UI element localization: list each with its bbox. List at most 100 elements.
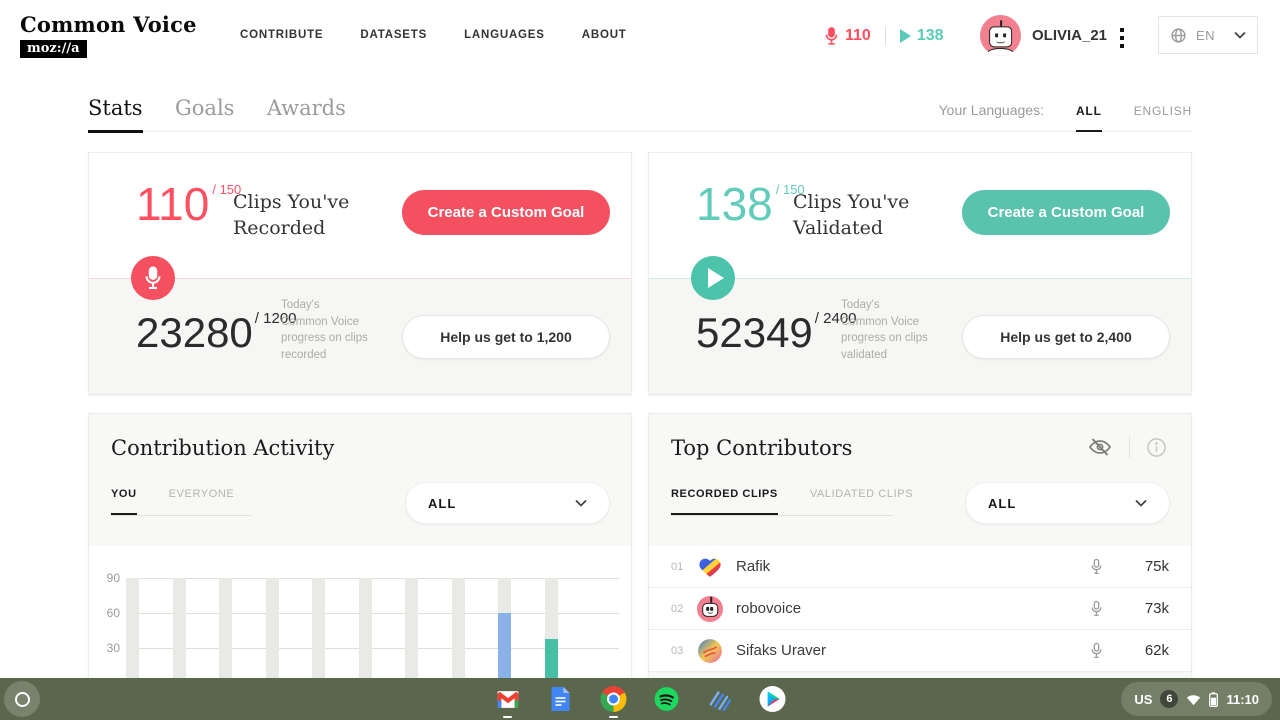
tab-you[interactable]: YOU bbox=[111, 488, 137, 515]
help-goal-button[interactable]: Help us get to 2,400 bbox=[962, 315, 1170, 359]
info-icon[interactable] bbox=[1146, 437, 1167, 458]
divider bbox=[1129, 436, 1130, 458]
create-custom-goal-button[interactable]: Create a Custom Goal bbox=[962, 190, 1170, 235]
clip-count: 75k bbox=[1144, 558, 1169, 575]
clip-count: 62k bbox=[1144, 642, 1169, 659]
running-indicator bbox=[503, 715, 512, 718]
hide-visibility-icon[interactable] bbox=[1087, 436, 1113, 458]
recorded-count: 110 bbox=[845, 27, 871, 44]
tab-track bbox=[671, 515, 893, 516]
status-tray[interactable]: US 6 11:10 bbox=[1121, 682, 1272, 716]
tab-goals[interactable]: Goals bbox=[175, 96, 234, 130]
today-recorded-label: Today's Common Voice progress on clips r… bbox=[281, 299, 368, 362]
validated-label: Clips You've Validated bbox=[793, 191, 910, 240]
chevron-down-icon bbox=[1135, 499, 1147, 507]
notification-badge: 6 bbox=[1160, 690, 1179, 708]
activity-title: Contribution Activity bbox=[111, 436, 335, 460]
dropdown-value: ALL bbox=[988, 495, 1017, 511]
recorded-progress: 110/ 150 bbox=[136, 178, 242, 230]
validated-count: 138 bbox=[916, 27, 944, 44]
wifi-icon bbox=[1186, 693, 1201, 706]
your-languages-label: Your Languages: bbox=[938, 102, 1044, 118]
contributor-row[interactable]: 02 robovoice 73k bbox=[649, 588, 1191, 630]
mic-icon bbox=[1090, 600, 1103, 617]
contributor-row[interactable]: 01 Rafik 75k bbox=[649, 546, 1191, 588]
language-code: EN bbox=[1196, 27, 1216, 43]
validated-today-section: 52349/ 2400 Today's Common Voice progres… bbox=[649, 279, 1191, 394]
contributor-name: Sifaks Uraver bbox=[736, 642, 827, 659]
mozilla-logo: moz://a bbox=[20, 40, 87, 58]
launcher-button[interactable] bbox=[4, 681, 40, 717]
tab-track bbox=[111, 515, 251, 516]
tab-recorded-clips[interactable]: RECORDED CLIPS bbox=[671, 488, 778, 515]
contributors-list: 01 Rafik 75k 02 robovoice 73k 03 Sifaks … bbox=[649, 546, 1191, 672]
username: OLIVIA_21 bbox=[1032, 27, 1108, 44]
globe-icon bbox=[1170, 27, 1187, 44]
ytick-90: 90 bbox=[106, 571, 120, 585]
today-validated-count: 52349/ 2400 bbox=[696, 309, 857, 356]
rank: 01 bbox=[671, 560, 684, 573]
ytick-60: 60 bbox=[106, 606, 120, 620]
ytick-30: 30 bbox=[106, 641, 120, 655]
contributor-name: Rafik bbox=[736, 558, 771, 575]
chrome-icon[interactable] bbox=[600, 686, 627, 718]
contributors-tabs: RECORDED CLIPS VALIDATED CLIPS bbox=[671, 488, 945, 515]
tab-awards[interactable]: Awards bbox=[267, 96, 346, 130]
contributor-row[interactable]: 03 Sifaks Uraver 62k bbox=[649, 630, 1191, 672]
contribution-activity-card: Contribution Activity YOU EVERYONE ALL 9… bbox=[88, 413, 632, 720]
avatar[interactable] bbox=[980, 15, 1021, 56]
play-store-icon[interactable] bbox=[759, 686, 786, 712]
rank: 03 bbox=[671, 644, 684, 657]
nav-contribute[interactable]: CONTRIBUTE bbox=[240, 29, 323, 41]
help-goal-button[interactable]: Help us get to 1,200 bbox=[402, 315, 610, 359]
nav-languages[interactable]: LANGUAGES bbox=[464, 29, 545, 41]
keyboard-locale: US bbox=[1134, 691, 1153, 707]
gmail-icon[interactable] bbox=[495, 686, 521, 718]
clip-count: 73k bbox=[1144, 600, 1169, 617]
clock: 11:10 bbox=[1226, 691, 1259, 707]
avatar bbox=[697, 638, 723, 664]
contributor-name: robovoice bbox=[736, 600, 802, 617]
language-selector[interactable]: EN bbox=[1158, 16, 1258, 54]
battery-icon bbox=[1209, 691, 1219, 707]
your-languages-filter: Your Languages: ALL ENGLISH bbox=[939, 102, 1192, 132]
activity-range-dropdown[interactable]: ALL bbox=[405, 482, 610, 524]
page-tabs: Stats Goals Awards Your Languages: ALL E… bbox=[88, 96, 1192, 133]
tab-validated-clips[interactable]: VALIDATED CLIPS bbox=[810, 488, 913, 515]
activity-tabs: YOU EVERYONE bbox=[111, 488, 266, 515]
top-contributors-card: Top Contributors RECORDED CLIPS VALIDATE… bbox=[648, 413, 1192, 720]
recorded-today-section: 23280/ 1200 Today's Common Voice progres… bbox=[89, 279, 631, 394]
contributors-title: Top Contributors bbox=[671, 436, 853, 460]
spotify-icon[interactable] bbox=[654, 686, 680, 712]
avatar bbox=[697, 554, 723, 580]
recorded-stat-card: 110/ 150 Clips You've Recorded Create a … bbox=[88, 152, 632, 395]
today-validated-label: Today's Common Voice progress on clips v… bbox=[841, 299, 928, 362]
filter-all[interactable]: ALL bbox=[1075, 104, 1102, 132]
create-custom-goal-button[interactable]: Create a Custom Goal bbox=[402, 190, 610, 235]
site-header: Common Voice moz://a CONTRIBUTE DATASETS… bbox=[0, 0, 1280, 78]
filter-english[interactable]: ENGLISH bbox=[1134, 104, 1192, 118]
kebab-menu-icon[interactable] bbox=[1118, 26, 1126, 50]
validated-stat-card: 138/ 150 Clips You've Validated Create a… bbox=[648, 152, 1192, 395]
user-menu[interactable]: OLIVIA_21 bbox=[980, 15, 1107, 56]
play-badge-icon bbox=[691, 256, 735, 300]
play-icon bbox=[899, 29, 911, 43]
blue-stripes-app-icon[interactable] bbox=[707, 686, 733, 712]
logo-title: Common Voice bbox=[20, 12, 197, 37]
nav-about[interactable]: ABOUT bbox=[582, 29, 627, 41]
common-voice-logo[interactable]: Common Voice moz://a bbox=[20, 12, 197, 58]
mic-icon bbox=[1090, 642, 1103, 659]
mic-icon bbox=[1090, 558, 1103, 575]
tab-everyone[interactable]: EVERYONE bbox=[169, 488, 235, 515]
recorded-label: Clips You've Recorded bbox=[233, 191, 350, 240]
main-nav: CONTRIBUTE DATASETS LANGUAGES ABOUT bbox=[240, 29, 627, 41]
validated-progress: 138/ 150 bbox=[696, 178, 805, 230]
chevron-down-icon bbox=[1234, 31, 1246, 39]
contributors-range-dropdown[interactable]: ALL bbox=[965, 482, 1170, 524]
pinned-apps bbox=[495, 678, 786, 720]
google-docs-icon[interactable] bbox=[548, 686, 574, 712]
tab-stats[interactable]: Stats bbox=[88, 96, 143, 133]
rank: 02 bbox=[671, 602, 684, 615]
header-contribution-counts: 110 138 bbox=[824, 24, 944, 48]
nav-datasets[interactable]: DATASETS bbox=[360, 29, 427, 41]
